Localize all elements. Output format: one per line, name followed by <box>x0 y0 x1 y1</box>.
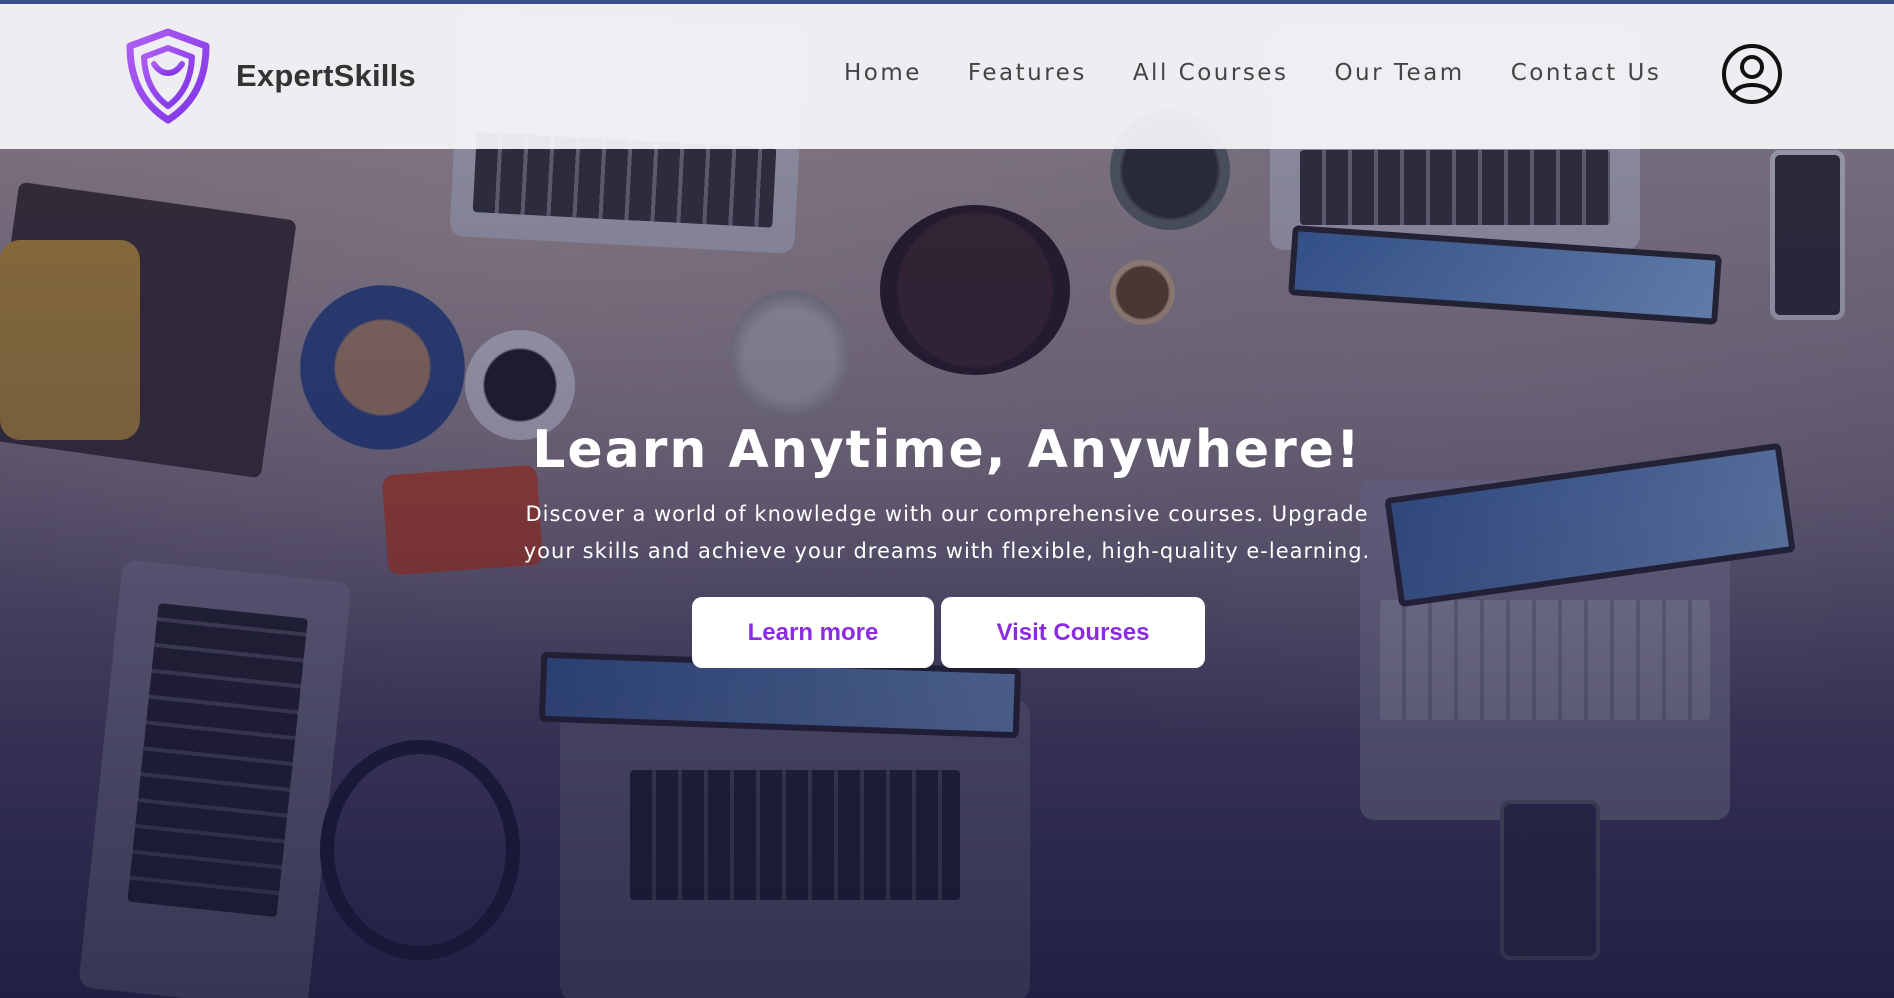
visit-courses-button[interactable]: Visit Courses <box>941 597 1205 668</box>
hero-headline: Learn Anytime, Anywhere! <box>532 420 1362 480</box>
brand[interactable]: ExpertSkills <box>118 26 416 126</box>
shield-logo-icon <box>126 28 210 124</box>
main-nav: Home Features All Courses Our Team Conta… <box>844 60 1661 86</box>
hero-subtext: Discover a world of knowledge with our c… <box>492 496 1402 570</box>
nav-link-all-courses[interactable]: All Courses <box>1133 60 1289 86</box>
nav-link-our-team[interactable]: Our Team <box>1334 60 1464 86</box>
learn-more-button[interactable]: Learn more <box>692 597 934 668</box>
user-circle-icon[interactable] <box>1720 42 1784 106</box>
nav-link-contact-us[interactable]: Contact Us <box>1511 60 1662 86</box>
hero-subtext-line-1: Discover a world of knowledge with our c… <box>525 502 1369 526</box>
nav-link-home[interactable]: Home <box>844 60 922 86</box>
navbar: ExpertSkills Home Features All Courses O… <box>0 4 1894 149</box>
nav-link-features[interactable]: Features <box>968 60 1087 86</box>
brand-name: ExpertSkills <box>236 58 416 93</box>
hero-subtext-line-2: your skills and achieve your dreams with… <box>523 539 1371 563</box>
